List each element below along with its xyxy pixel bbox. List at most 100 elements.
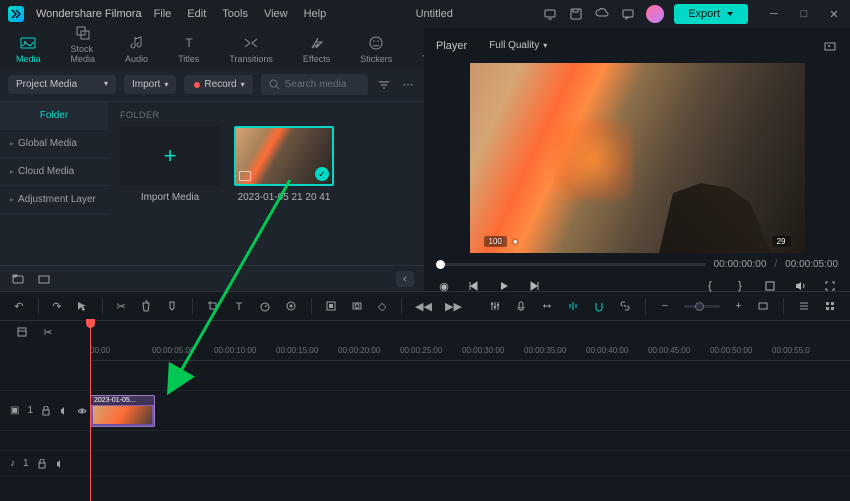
clip-name: 2023-01-05 21 20 41 — [238, 192, 331, 203]
menu-tools[interactable]: Tools — [222, 8, 248, 20]
mask-icon[interactable] — [351, 298, 363, 314]
sort-icon[interactable] — [376, 77, 392, 93]
sidebar-item-cloud[interactable]: ▸Cloud Media — [0, 158, 108, 186]
plus-icon: + — [164, 143, 177, 169]
close-icon[interactable]: ✕ — [826, 6, 842, 22]
prev-frame-icon[interactable] — [466, 278, 482, 294]
track-options-icon[interactable] — [798, 298, 810, 314]
text-icon[interactable]: T — [233, 298, 245, 314]
fullscreen-icon[interactable] — [822, 278, 838, 294]
tab-transitions[interactable]: Transitions — [223, 30, 279, 68]
timeline-menu-icon[interactable] — [14, 324, 30, 340]
tab-audio[interactable]: Audio — [119, 30, 154, 68]
mark-in-icon[interactable]: { — [702, 278, 718, 294]
speed-icon[interactable] — [259, 298, 271, 314]
app-logo — [8, 6, 24, 22]
next-kf-icon[interactable]: ▶▶ — [445, 298, 461, 314]
crop2-icon[interactable] — [207, 298, 219, 314]
cut-icon[interactable]: ✂ — [116, 298, 126, 314]
color-icon[interactable] — [285, 298, 297, 314]
project-media-select[interactable]: Project Media ▾ — [8, 75, 116, 94]
more-icon[interactable]: ⋯ — [400, 77, 416, 93]
menu-bar: File Edit Tools View Help — [154, 8, 327, 20]
tab-effects[interactable]: Effects — [297, 30, 336, 68]
timeline-ruler[interactable]: 00:00 00:00:05:00 00:00:10:00 00:00:15:0… — [90, 343, 850, 361]
sidebar-item-global[interactable]: ▸Global Media — [0, 130, 108, 158]
video-track[interactable]: ▣ 1 2023-01-05... — [0, 391, 850, 431]
player-label: Player — [436, 40, 467, 52]
mute-icon[interactable] — [55, 459, 65, 469]
delete-icon[interactable] — [140, 298, 152, 314]
cloud-icon[interactable] — [594, 6, 610, 22]
stop-icon[interactable]: ◉ — [436, 278, 452, 294]
tab-stock-media[interactable]: Stock Media — [65, 20, 102, 68]
timeline-toolbar: ↶ ↷ ✂ T ◇ ◀◀ ▶▶ − + — [0, 291, 850, 321]
user-avatar[interactable] — [646, 5, 664, 23]
lock-icon[interactable] — [37, 459, 47, 469]
new-folder-icon[interactable] — [10, 271, 26, 287]
mark-out-icon[interactable]: } — [732, 278, 748, 294]
next-frame-icon[interactable] — [526, 278, 542, 294]
maximize-icon[interactable]: □ — [796, 6, 812, 22]
link-icon[interactable] — [619, 298, 631, 314]
zoom-in-icon[interactable]: + — [734, 298, 744, 314]
lock-icon[interactable] — [41, 406, 51, 416]
undo-icon[interactable]: ↶ — [14, 298, 24, 314]
pointer-icon[interactable] — [76, 298, 88, 314]
media-panel: Media Stock Media Audio TTitles Transiti… — [0, 28, 424, 291]
message-icon[interactable] — [620, 6, 636, 22]
media-clip[interactable]: ✓ 2023-01-05 21 20 41 — [234, 126, 334, 203]
record-voiceover-icon[interactable] — [515, 298, 527, 314]
menu-view[interactable]: View — [264, 8, 288, 20]
sidebar-item-folder[interactable]: Folder — [0, 102, 108, 130]
zoom-out-icon[interactable]: − — [660, 298, 670, 314]
visibility-icon[interactable] — [77, 406, 87, 416]
audio-track-icon: ♪ — [10, 458, 15, 469]
search-input[interactable]: Search media — [261, 74, 368, 95]
device-icon[interactable] — [542, 6, 558, 22]
zoom-fit-icon[interactable] — [757, 298, 769, 314]
sidebar-item-adjustment[interactable]: ▸Adjustment Layer — [0, 186, 108, 214]
keyframe-icon[interactable]: ◇ — [377, 298, 387, 314]
import-media-button[interactable]: + Import Media — [120, 126, 220, 203]
menu-edit[interactable]: Edit — [187, 8, 206, 20]
current-time: 00:00:00:00 — [714, 259, 767, 270]
import-dropdown[interactable]: Import▾ — [124, 75, 176, 94]
green-screen-icon[interactable] — [325, 298, 337, 314]
tab-titles[interactable]: TTitles — [172, 30, 205, 68]
quality-dropdown[interactable]: Full Quality▾ — [481, 36, 555, 55]
added-badge-icon: ✓ — [315, 167, 329, 181]
prev-kf-icon[interactable]: ◀◀ — [415, 298, 431, 314]
snapshot-icon[interactable] — [822, 38, 838, 54]
tab-stickers[interactable]: Stickers — [354, 30, 398, 68]
audio-stretch-icon[interactable] — [541, 298, 553, 314]
audio-track[interactable]: ♪ 1 — [0, 451, 850, 477]
volume-icon[interactable] — [792, 278, 808, 294]
tab-media[interactable]: Media — [10, 30, 47, 68]
menu-help[interactable]: Help — [304, 8, 327, 20]
minimize-icon[interactable]: ─ — [766, 6, 782, 22]
save-icon[interactable] — [568, 6, 584, 22]
timeline-clip[interactable]: 2023-01-05... — [90, 395, 155, 427]
redo-icon[interactable]: ↷ — [52, 298, 62, 314]
auto-ripple-icon[interactable] — [567, 298, 579, 314]
menu-file[interactable]: File — [154, 8, 172, 20]
playhead[interactable] — [90, 321, 91, 501]
zoom-slider[interactable] — [684, 305, 720, 308]
match-cut-icon[interactable]: ✂ — [40, 324, 56, 340]
mute-icon[interactable] — [59, 406, 69, 416]
record-dropdown[interactable]: Record▾ — [184, 75, 252, 94]
export-button[interactable]: Export — [674, 4, 748, 24]
folder-icon[interactable] — [36, 271, 52, 287]
document-title: Untitled — [338, 8, 530, 20]
collapse-sidebar-icon[interactable]: ‹ — [396, 271, 414, 287]
snap-icon[interactable] — [593, 298, 605, 314]
preview-scrubber[interactable] — [436, 263, 706, 266]
preview-viewport[interactable]: 100● ▣29 — [436, 63, 838, 253]
track-manager-icon[interactable] — [824, 298, 836, 314]
play-icon[interactable] — [496, 278, 512, 294]
crop-icon[interactable] — [762, 278, 778, 294]
mixer-icon[interactable] — [489, 298, 501, 314]
svg-text:T: T — [235, 301, 242, 312]
marker-icon[interactable] — [166, 298, 178, 314]
